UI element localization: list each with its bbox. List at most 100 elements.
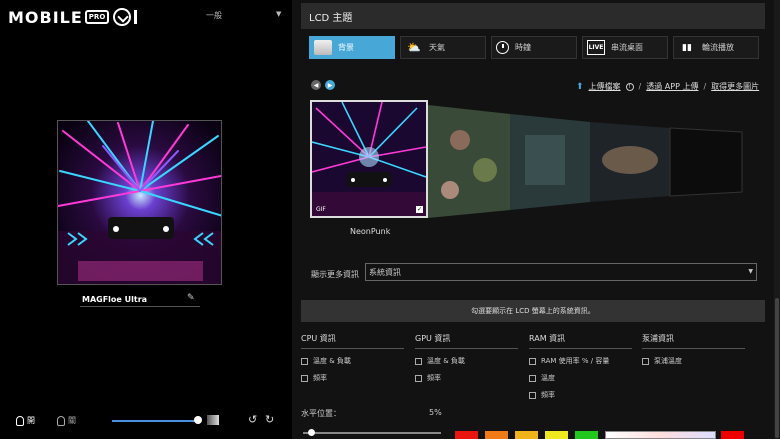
option-label: 溫度 & 負載 bbox=[313, 357, 351, 365]
option-row[interactable]: 溫度 & 負載 bbox=[301, 356, 404, 366]
column-title: 泵浦資訊 bbox=[642, 333, 745, 349]
option-label: 頻率 bbox=[313, 374, 327, 382]
option-label: 泵浦溫度 bbox=[654, 357, 682, 365]
brightness-slider[interactable] bbox=[112, 420, 198, 422]
checkbox[interactable] bbox=[529, 374, 536, 382]
thumbnail-name: NeonPunk bbox=[350, 227, 391, 236]
checkbox[interactable] bbox=[529, 391, 536, 399]
column-title: GPU 資訊 bbox=[415, 333, 518, 349]
info-icon[interactable]: ! bbox=[625, 82, 634, 91]
edit-icon[interactable]: ✎ bbox=[187, 293, 195, 303]
color-swatch[interactable] bbox=[455, 431, 478, 439]
brightness-slider-thumb[interactable] bbox=[193, 416, 202, 424]
notice-bar: 勾選要顯示在 LCD 螢幕上的系統資訊。 bbox=[301, 300, 765, 322]
checkbox[interactable] bbox=[415, 357, 422, 365]
lcd-preview bbox=[57, 120, 222, 285]
color-gradient-picker[interactable] bbox=[605, 431, 716, 439]
tab-clock[interactable]: 時鐘 bbox=[491, 36, 577, 59]
light-off-toggle[interactable]: 關 bbox=[57, 415, 76, 426]
option-label: 溫度 & 負載 bbox=[427, 357, 465, 365]
next-icon[interactable]: ▶ bbox=[325, 80, 335, 90]
bulb-off-icon bbox=[57, 415, 65, 426]
color-swatch[interactable] bbox=[545, 431, 568, 439]
logo-check-icon bbox=[113, 8, 132, 26]
checkbox[interactable] bbox=[301, 374, 308, 382]
checkbox[interactable] bbox=[301, 357, 308, 365]
option-row[interactable]: RAM 使用率 % / 容量 bbox=[529, 356, 632, 366]
logo-badge: PRO bbox=[84, 10, 110, 24]
neon-tunnel-image bbox=[58, 121, 221, 284]
upload-links: ⬆ 上傳檔案 ! / 透過 APP 上傳 / 取得更多圖片 bbox=[576, 81, 759, 92]
option-row[interactable]: 頻率 bbox=[301, 373, 404, 383]
tab-slideshow[interactable]: ▮▮ 輪流播放 bbox=[673, 36, 759, 59]
color-swatch[interactable] bbox=[485, 431, 508, 439]
separator: / bbox=[703, 82, 707, 91]
more-info-select[interactable]: 系統資訊 ▼ bbox=[365, 263, 757, 281]
checkbox[interactable] bbox=[529, 357, 536, 365]
option-row[interactable]: 溫度 & 負載 bbox=[415, 356, 518, 366]
scrollbar-thumb[interactable] bbox=[775, 298, 779, 438]
column-title: CPU 資訊 bbox=[301, 333, 404, 349]
position-label: 水平位置： bbox=[301, 409, 341, 418]
logo-bar-icon bbox=[134, 10, 138, 24]
option-label: 溫度 bbox=[541, 374, 555, 382]
option-label: RAM 使用率 % / 容量 bbox=[541, 357, 610, 365]
chevron-down-icon[interactable]: ▼ bbox=[276, 10, 281, 18]
tab-label: 背景 bbox=[338, 43, 354, 52]
clock-icon bbox=[496, 41, 509, 54]
theme-tabs: 背景 ⛅ 天氣 時鐘 LIVE 串流桌面 ▮▮ 輪流播放 bbox=[309, 36, 759, 59]
rotate-left-icon[interactable]: ↺ bbox=[248, 413, 257, 426]
checkbox[interactable] bbox=[642, 357, 649, 365]
ram-column: RAM 資訊 RAM 使用率 % / 容量 溫度 頻率 bbox=[529, 333, 632, 400]
section-title: LCD 主題 bbox=[301, 3, 765, 29]
tab-label: 時鐘 bbox=[515, 43, 531, 52]
prev-icon[interactable]: ◀ bbox=[311, 80, 321, 90]
tab-label: 天氣 bbox=[429, 43, 445, 52]
divider bbox=[80, 306, 200, 307]
slideshow-icon: ▮▮ bbox=[682, 42, 692, 53]
left-pane: MOBILE PRO 一般 ▼ MAGFloe Ultra ✎ 開 關 ↺ ↻ bbox=[0, 0, 292, 439]
more-images-link[interactable]: 取得更多圖片 bbox=[711, 81, 759, 92]
upload-file-link[interactable]: 上傳檔案 bbox=[589, 81, 621, 92]
color-swatch[interactable] bbox=[575, 431, 598, 439]
tab-background[interactable]: 背景 bbox=[309, 36, 395, 59]
option-row[interactable]: 泵浦溫度 bbox=[642, 356, 745, 366]
tab-label: 輪流播放 bbox=[702, 43, 734, 52]
checkbox[interactable] bbox=[415, 374, 422, 382]
position-slider[interactable] bbox=[303, 432, 441, 434]
bulb-on-icon bbox=[16, 415, 24, 426]
cpu-column: CPU 資訊 溫度 & 負載 頻率 bbox=[301, 333, 404, 383]
app-logo: MOBILE PRO bbox=[8, 6, 138, 28]
light-controls: 開 關 ↺ ↻ bbox=[0, 410, 292, 432]
brightness-icon bbox=[207, 415, 219, 425]
device-name: MAGFloe Ultra bbox=[82, 295, 148, 304]
tab-weather[interactable]: ⛅ 天氣 bbox=[400, 36, 486, 59]
gpu-column: GPU 資訊 溫度 & 負載 頻率 bbox=[415, 333, 518, 383]
mode-select[interactable]: 一般 bbox=[206, 10, 222, 21]
more-info-value: 系統資訊 bbox=[369, 267, 401, 277]
position-slider-thumb[interactable] bbox=[308, 429, 315, 436]
app-upload-link[interactable]: 透過 APP 上傳 bbox=[646, 81, 698, 92]
color-swatch[interactable] bbox=[515, 431, 538, 439]
option-row[interactable]: 頻率 bbox=[529, 390, 632, 400]
light-off-label: 關 bbox=[68, 416, 76, 425]
tab-streaming[interactable]: LIVE 串流桌面 bbox=[582, 36, 668, 59]
live-icon: LIVE bbox=[587, 40, 605, 55]
right-pane: LCD 主題 背景 ⛅ 天氣 時鐘 LIVE 串流桌面 ▮▮ 輪流播放 ◀ ▶ … bbox=[292, 0, 780, 439]
gif-badge: GIF bbox=[316, 206, 326, 213]
light-on-toggle[interactable]: 開 bbox=[16, 415, 35, 426]
selected-thumbnail[interactable]: GIF ✓ bbox=[310, 100, 428, 218]
neonpunk-thumbnail bbox=[312, 102, 426, 216]
column-title: RAM 資訊 bbox=[529, 333, 632, 349]
option-row[interactable]: 溫度 bbox=[529, 373, 632, 383]
pump-column: 泵浦資訊 泵浦溫度 bbox=[642, 333, 745, 366]
light-on-label: 開 bbox=[27, 416, 35, 425]
option-row[interactable]: 頻率 bbox=[415, 373, 518, 383]
rotate-right-icon[interactable]: ↻ bbox=[265, 413, 274, 426]
carousel-nav: ◀ ▶ bbox=[311, 80, 335, 90]
chevron-down-icon: ▼ bbox=[748, 268, 753, 275]
scrollbar[interactable] bbox=[774, 0, 780, 439]
tab-label: 串流桌面 bbox=[611, 43, 643, 52]
color-swatch-custom[interactable] bbox=[721, 431, 744, 439]
option-label: 頻率 bbox=[541, 391, 555, 399]
